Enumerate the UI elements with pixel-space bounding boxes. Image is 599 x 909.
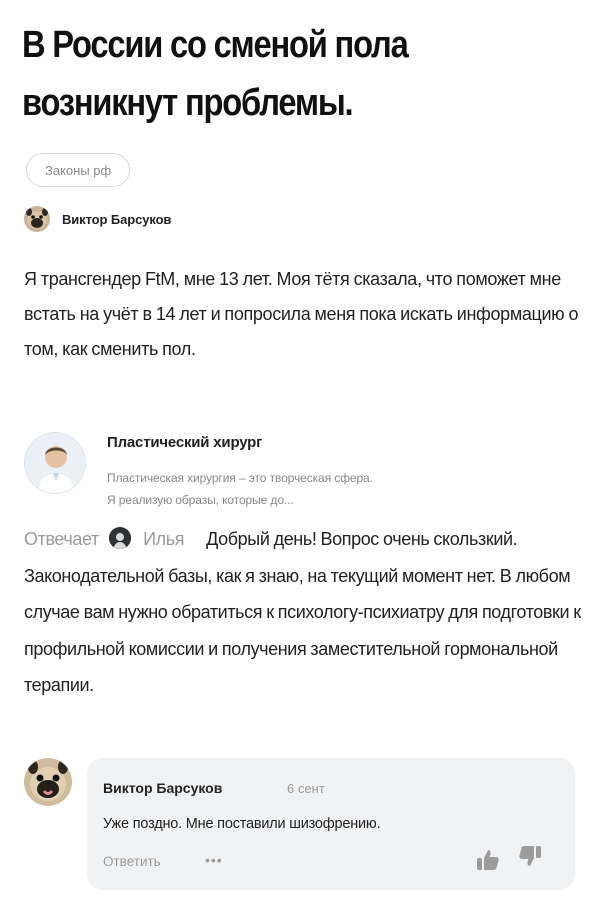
comment-bubble: Виктор Барсуков 6 сент Уже поздно. Мне п…: [87, 758, 575, 890]
ellipsis-icon[interactable]: •••: [205, 852, 223, 868]
answers-prefix: Отвечает: [24, 529, 99, 549]
category-tag[interactable]: Законы рф: [26, 153, 131, 187]
comment-author[interactable]: Виктор Барсуков: [103, 780, 222, 796]
thumbs-up-icon[interactable]: [475, 848, 501, 872]
thumbs-down-icon[interactable]: [517, 844, 543, 868]
expert-description-line: Я реализую образы, которые до...: [107, 493, 294, 507]
pug-avatar-icon[interactable]: [24, 758, 72, 806]
question-text: Я трансгендер FtM, мне 13 лет. Моя тётя …: [24, 269, 579, 359]
ilya-avatar-icon[interactable]: [108, 527, 131, 549]
comment-date: 6 сент: [287, 781, 325, 796]
answer-block: Отвечает Илья Добрый день! Вопрос очень …: [24, 521, 589, 704]
doctor-avatar-icon[interactable]: [24, 432, 86, 494]
question-author-row[interactable]: Виктор Барсуков: [24, 205, 171, 233]
reply-button[interactable]: Ответить: [103, 854, 161, 869]
expert-description-line: Пластическая хирургия – это творческая с…: [107, 471, 373, 485]
pug-avatar-icon[interactable]: [24, 206, 50, 232]
responder-name[interactable]: Илья: [143, 529, 184, 549]
meme-title: В России со сменой пола возникнут пробле…: [22, 24, 409, 124]
expert-description: Пластическая хирургия – это творческая с…: [107, 467, 537, 511]
question-author-name[interactable]: Виктор Барсуков: [62, 212, 171, 227]
answer-text: Добрый день! Вопрос очень скользкий. Зак…: [24, 529, 581, 695]
comment-text: Уже поздно. Мне поставили шизофрению.: [103, 816, 381, 832]
expert-name[interactable]: Пластический хирург: [107, 434, 262, 451]
